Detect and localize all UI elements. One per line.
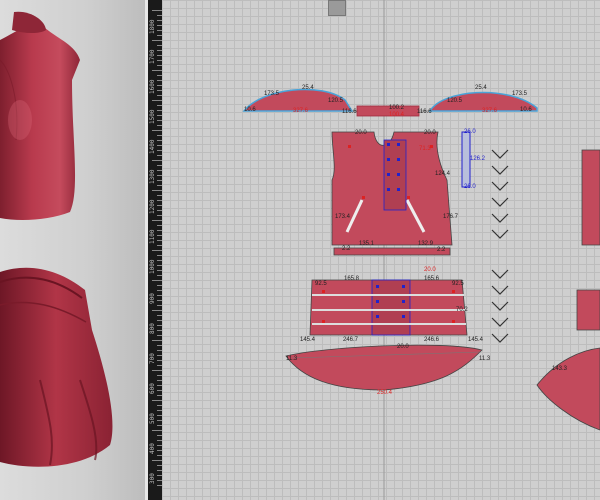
ruler-tick bbox=[152, 400, 162, 401]
ruler-tick bbox=[152, 340, 162, 341]
measure-label: 120.5 bbox=[328, 98, 344, 104]
strap-piece bbox=[461, 131, 471, 188]
layers-icon[interactable] bbox=[328, 0, 346, 16]
pattern-canvas[interactable]: 25.4 173.5 120.5 10.6 116.6 327.6 25.4 1… bbox=[162, 0, 600, 500]
measure-label: 126.2 bbox=[470, 156, 486, 162]
measure-label: 20.0 bbox=[397, 344, 409, 350]
measure-label: 145.4 bbox=[468, 337, 484, 343]
ruler-tick bbox=[152, 460, 162, 461]
measure-label: 246.6 bbox=[424, 337, 440, 343]
tie-loops-column-1 bbox=[491, 149, 509, 343]
measure-label: 70.2 bbox=[456, 307, 468, 313]
skirt-back-piece bbox=[536, 347, 600, 431]
measure-label: 26.0 bbox=[464, 184, 476, 190]
measure-label: 2.2 bbox=[342, 246, 351, 252]
ruler-tick bbox=[152, 430, 162, 431]
ruler-label: 500 bbox=[149, 413, 156, 424]
measure-label: 143.3 bbox=[552, 366, 568, 372]
measure-label: 26.0 bbox=[464, 129, 476, 135]
measure-label: 246.7 bbox=[343, 337, 359, 343]
ruler-label: 1000 bbox=[149, 259, 156, 274]
measure-label: 10.6 bbox=[244, 107, 256, 113]
measure-label: 20.0 bbox=[355, 130, 367, 136]
ruler-label: 900 bbox=[149, 293, 156, 304]
measure-label: 11.3 bbox=[479, 356, 491, 362]
measure-label: 2.2 bbox=[437, 247, 446, 253]
measure-label: 100.2 bbox=[389, 105, 405, 111]
ruler-tick bbox=[152, 40, 162, 41]
measure-label: 25.4 bbox=[475, 85, 487, 91]
ruler-tick bbox=[152, 220, 162, 221]
ruler-tick bbox=[152, 190, 162, 191]
measure-label: 92.5 bbox=[452, 281, 464, 287]
measure-label: 20.0 bbox=[424, 130, 436, 136]
2d-pattern-window[interactable]: 25.4 173.5 120.5 10.6 116.6 327.6 25.4 1… bbox=[162, 0, 600, 500]
ruler-label: 1100 bbox=[149, 229, 156, 244]
measure-label: 20.0 bbox=[424, 267, 436, 273]
measure-label: 327.6 bbox=[482, 108, 498, 114]
measure-label: 176.7 bbox=[443, 214, 459, 220]
measure-label: 165.6 bbox=[424, 276, 440, 282]
ruler-tick bbox=[152, 70, 162, 71]
measure-label: 135.1 bbox=[359, 241, 375, 247]
measure-label: 250.4 bbox=[377, 390, 393, 396]
measure-label: 71.3 bbox=[419, 146, 431, 152]
measure-label: 173.5 bbox=[512, 91, 528, 97]
measure-label: 145.4 bbox=[300, 337, 316, 343]
measure-label: 11.3 bbox=[286, 356, 298, 362]
ruler-tick bbox=[152, 130, 162, 131]
ruler-label: 1700 bbox=[149, 49, 156, 64]
ruler-label: 1800 bbox=[149, 19, 156, 34]
ruler-label: 400 bbox=[149, 443, 156, 454]
ruler-label: 1500 bbox=[149, 109, 156, 124]
measure-label: 25.4 bbox=[302, 85, 314, 91]
measure-label: 100.4 bbox=[389, 112, 405, 118]
ruler-tick bbox=[152, 370, 162, 371]
waistband-back-piece bbox=[576, 289, 600, 331]
measure-label: 132.9 bbox=[418, 241, 434, 247]
measure-label: 116.6 bbox=[342, 109, 357, 115]
measure-label: 327.6 bbox=[293, 108, 309, 114]
3d-viewport[interactable] bbox=[0, 0, 145, 500]
ruler-label: 700 bbox=[149, 353, 156, 364]
ruler-label: 1300 bbox=[149, 169, 156, 184]
measure-label: 92.5 bbox=[315, 281, 327, 287]
measure-label: 173.4 bbox=[335, 214, 351, 220]
measure-label: 124.4 bbox=[435, 171, 451, 177]
ruler-label: 1200 bbox=[149, 199, 156, 214]
ruler-tick bbox=[152, 10, 162, 11]
ruler-label: 600 bbox=[149, 383, 156, 394]
measure-label: 10.6 bbox=[520, 107, 532, 113]
ruler-tick bbox=[152, 100, 162, 101]
ruler-label: 300 bbox=[149, 473, 156, 484]
ruler-tick bbox=[152, 250, 162, 251]
skirt-piece bbox=[285, 344, 483, 391]
measure-label: 165.8 bbox=[344, 276, 360, 282]
ruler-label: 1600 bbox=[149, 79, 156, 94]
3d-garment-render bbox=[0, 11, 113, 467]
ruler-tick bbox=[152, 310, 162, 311]
ruler-label: 1400 bbox=[149, 139, 156, 154]
measure-label: 120.5 bbox=[447, 98, 463, 104]
ruler-tick bbox=[152, 160, 162, 161]
bodice-back-piece bbox=[581, 149, 600, 246]
cuff-piece bbox=[356, 105, 420, 117]
bodice-hem-piece bbox=[333, 247, 451, 256]
ruler-tick bbox=[152, 280, 162, 281]
ruler-label: 800 bbox=[149, 323, 156, 334]
vertical-ruler: 1800 1700 1600 1500 1400 1300 1200 1100 1000 900 8… bbox=[148, 0, 162, 500]
measure-label: 116.6 bbox=[417, 109, 432, 115]
measure-label: 173.5 bbox=[264, 91, 280, 97]
